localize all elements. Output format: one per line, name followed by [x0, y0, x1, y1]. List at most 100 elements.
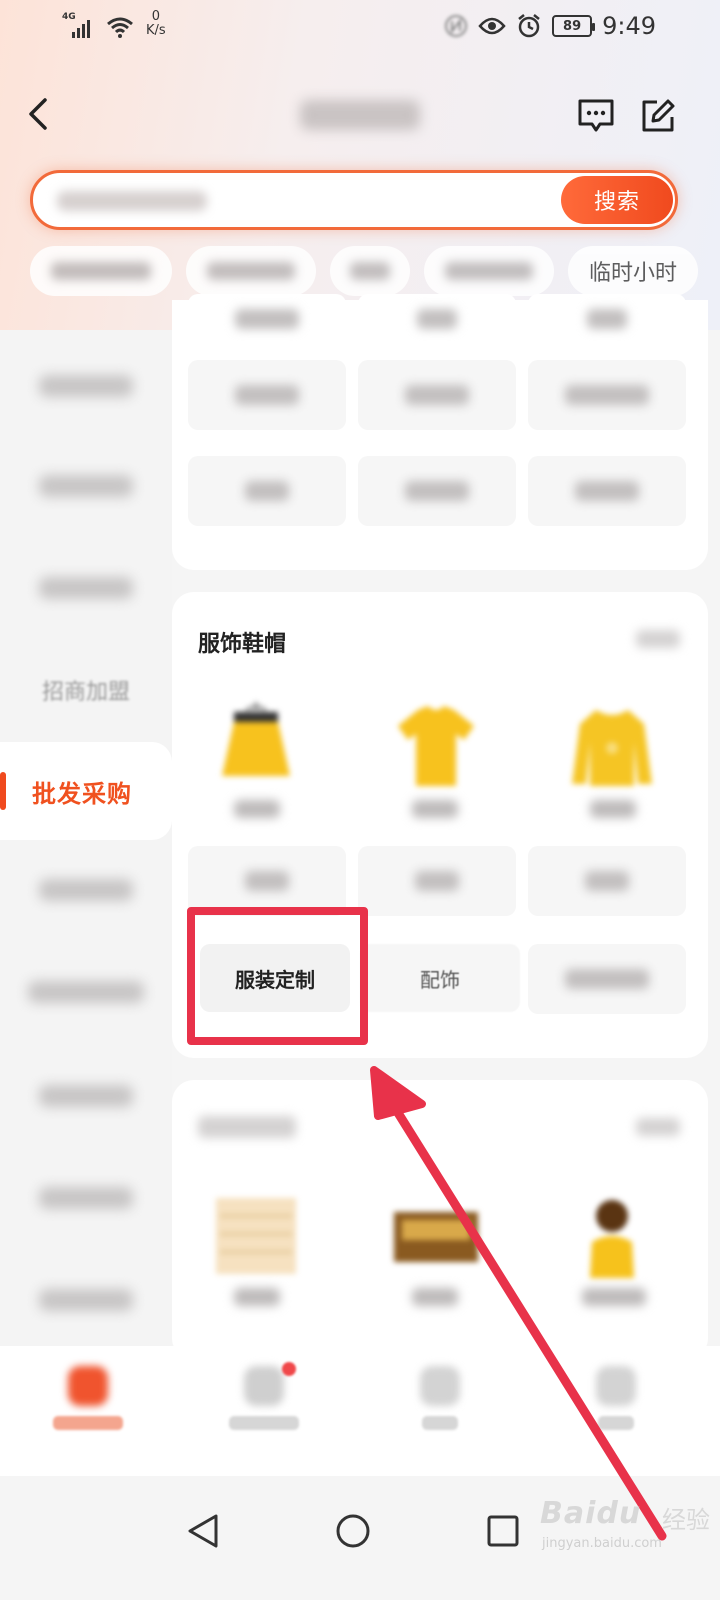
grid-item-accessories[interactable]: 配饰	[360, 944, 520, 1012]
product-label-blurred	[582, 1288, 646, 1306]
search-placeholder-blurred	[57, 191, 207, 211]
orders-icon	[420, 1366, 460, 1406]
more-link[interactable]	[636, 1118, 680, 1136]
back-icon	[29, 98, 47, 130]
tab-home[interactable]	[28, 1366, 148, 1446]
keyword-chip[interactable]: 临时小时	[568, 246, 698, 296]
back-triangle-icon	[188, 1514, 218, 1548]
more-link[interactable]	[636, 630, 680, 648]
grid-item[interactable]	[528, 846, 686, 916]
keyword-chip[interactable]	[186, 246, 316, 296]
sidebar-item-label: 招商加盟	[41, 680, 130, 705]
search-bar[interactable]: 搜索	[30, 170, 678, 230]
search-button[interactable]: 搜索	[561, 176, 673, 224]
home-icon	[68, 1366, 108, 1406]
status-left: 4G 0 K/s	[62, 10, 166, 38]
sidebar-item[interactable]	[0, 456, 172, 516]
grid-item[interactable]	[358, 294, 516, 344]
grid-item[interactable]	[528, 360, 686, 430]
nfc-icon	[445, 15, 468, 37]
grid-item[interactable]	[358, 846, 516, 916]
annotation-highlight-box	[187, 907, 368, 1045]
home-circle-icon	[336, 1514, 370, 1548]
sidebar-item[interactable]	[0, 1168, 172, 1228]
cell-signal-icon: 4G	[62, 12, 98, 38]
grid-item[interactable]	[188, 846, 346, 916]
status-bar: 4G 0 K/s 89 9:49	[0, 0, 720, 54]
product-item[interactable]	[196, 1176, 316, 1296]
food-box-icon	[394, 1212, 478, 1262]
tab-profile[interactable]	[556, 1366, 676, 1446]
keyword-chip[interactable]	[330, 246, 410, 296]
product-tshirt[interactable]	[376, 688, 496, 808]
system-home-button[interactable]	[328, 1506, 378, 1556]
edit-button[interactable]	[636, 94, 680, 138]
skirt-icon	[222, 702, 290, 776]
watermark-brand: Baidu	[540, 1496, 642, 1531]
category-card-previous	[172, 294, 708, 570]
sidebar-item-label: 批发采购	[32, 779, 132, 808]
bottom-tab-bar	[0, 1346, 720, 1476]
sidebar-item[interactable]	[0, 860, 172, 920]
sidebar-item[interactable]	[0, 1066, 172, 1126]
keyword-chip[interactable]	[30, 246, 172, 296]
sidebar-item[interactable]	[0, 1270, 172, 1330]
sidebar-item[interactable]	[0, 356, 172, 416]
grid-item[interactable]	[358, 456, 516, 526]
tab-label-blurred	[53, 1416, 123, 1430]
keyword-chip-label: 临时小时	[588, 261, 677, 286]
alarm-icon	[518, 14, 540, 38]
wifi-icon	[107, 17, 133, 38]
product-label-blurred	[412, 800, 458, 818]
figure-icon	[590, 1200, 634, 1278]
tab-label-blurred	[598, 1416, 634, 1430]
product-skirt[interactable]	[196, 688, 316, 808]
baidu-jingyan-watermark: Baidu 经验 jingyan.baidu.com	[540, 1496, 710, 1556]
sidebar-item-wholesale[interactable]: 批发采购	[0, 742, 172, 840]
watermark-url: jingyan.baidu.com	[542, 1536, 662, 1551]
message-button[interactable]	[574, 94, 618, 138]
network-speed-unit: K/s	[146, 23, 166, 38]
product-sweater[interactable]	[552, 688, 672, 808]
system-back-button[interactable]	[178, 1506, 228, 1556]
housekeeping-icon	[244, 1366, 284, 1406]
tab-housekeeping[interactable]	[204, 1362, 324, 1446]
recents-square-icon	[487, 1515, 519, 1547]
grid-item[interactable]	[528, 294, 686, 344]
product-item[interactable]	[376, 1176, 496, 1296]
grid-item[interactable]	[528, 944, 686, 1014]
page-title-blurred	[300, 100, 420, 130]
section-title-blurred	[198, 1116, 296, 1138]
product-item[interactable]	[552, 1176, 672, 1296]
sidebar-item[interactable]	[0, 558, 172, 618]
keyword-chip[interactable]	[424, 246, 554, 296]
product-label-blurred	[234, 800, 280, 818]
grid-item[interactable]	[358, 360, 516, 430]
edit-icon	[642, 99, 675, 132]
hot-keyword-chips: 临时小时	[30, 246, 720, 298]
grid-item[interactable]	[188, 456, 346, 526]
network-speed: 0 K/s	[146, 10, 166, 38]
status-right: 89 9:49	[444, 12, 656, 40]
sidebar-item-join[interactable]: 招商加盟	[0, 660, 172, 720]
eye-icon	[478, 17, 506, 35]
shelf-icon	[216, 1198, 296, 1274]
clock: 9:49	[602, 12, 656, 40]
sidebar-item[interactable]	[0, 962, 172, 1022]
tab-orders[interactable]	[380, 1366, 500, 1446]
product-label-blurred	[412, 1288, 458, 1306]
system-recents-button[interactable]	[478, 1506, 528, 1556]
grid-item[interactable]	[528, 456, 686, 526]
product-label-blurred	[234, 1288, 280, 1306]
sweater-icon	[572, 710, 652, 786]
grid-item[interactable]	[188, 360, 346, 430]
grid-item[interactable]	[188, 294, 346, 344]
back-button[interactable]	[18, 90, 58, 138]
battery-indicator: 89	[552, 15, 596, 37]
network-speed-value: 0	[151, 9, 160, 24]
product-label-blurred	[590, 800, 636, 818]
category-card-next	[172, 1080, 708, 1360]
active-indicator	[0, 772, 6, 810]
tshirt-icon	[398, 706, 474, 786]
message-icon	[578, 99, 614, 132]
